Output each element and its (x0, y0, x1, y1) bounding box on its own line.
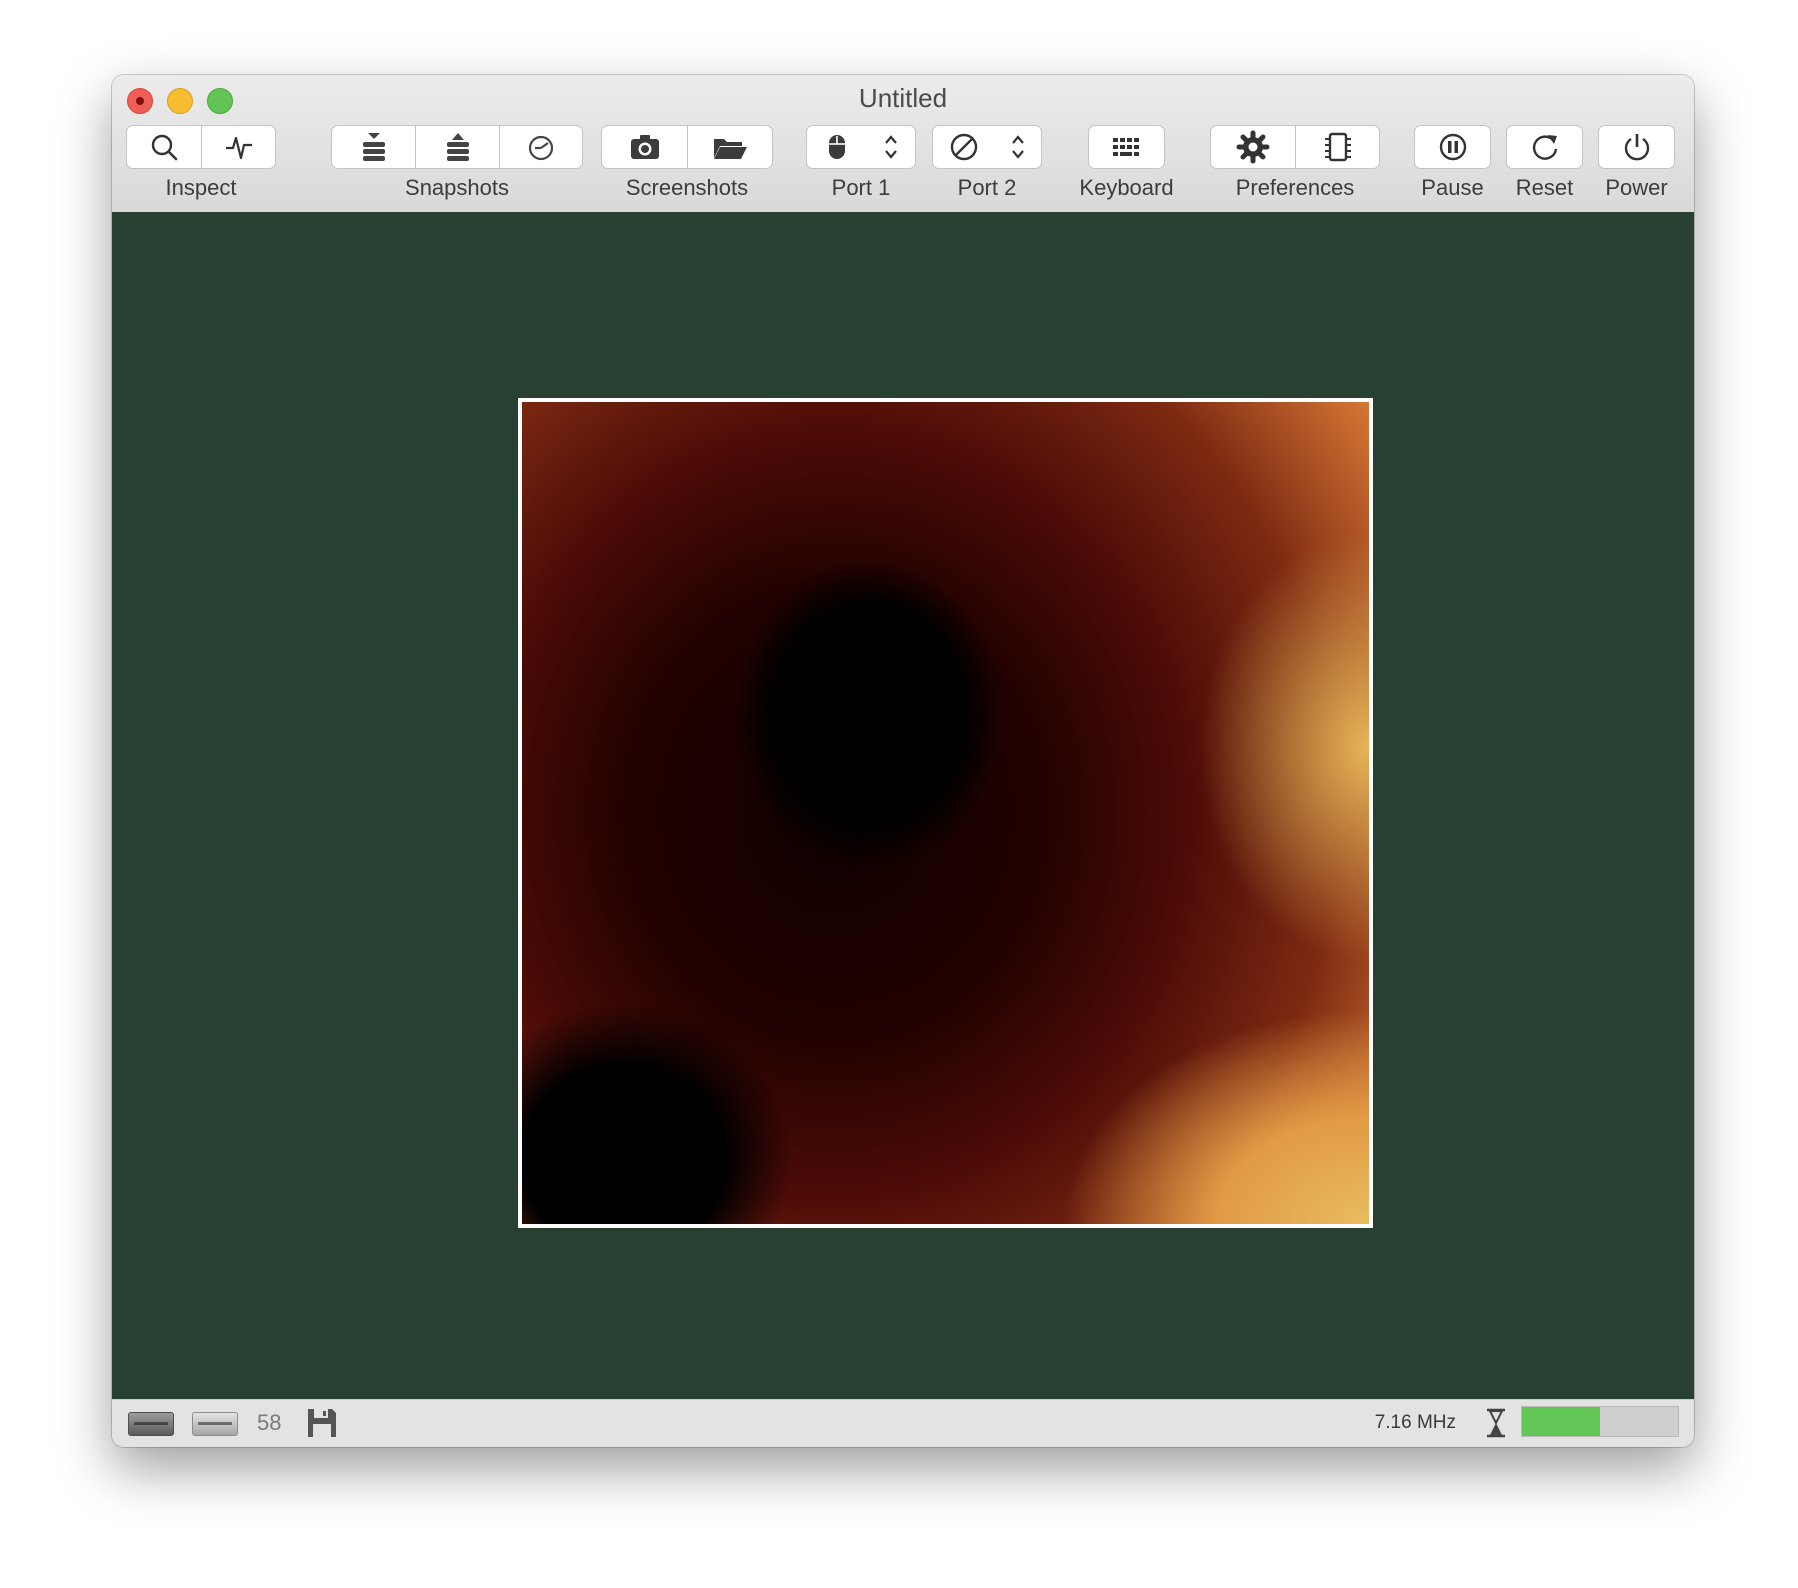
power-label: Power (1605, 175, 1668, 200)
port1-popup[interactable] (806, 125, 916, 169)
restore-snapshot-button[interactable] (415, 125, 499, 169)
chip-icon (1324, 132, 1351, 162)
power-group (1598, 125, 1675, 171)
drive-0-icon[interactable] (128, 1412, 174, 1436)
pulse-icon (225, 136, 252, 160)
reset-button[interactable] (1506, 125, 1583, 169)
preferences-button[interactable] (1210, 125, 1295, 169)
snapshots-label: Snapshots (405, 175, 509, 200)
browse-snapshots-button[interactable] (499, 125, 583, 169)
pause-group (1414, 125, 1491, 171)
reset-icon (1532, 135, 1557, 160)
port2-group (932, 125, 1042, 171)
search-icon (151, 134, 178, 161)
browse-snapshots-icon (528, 135, 554, 161)
emulator-window: Untitled Inspect Snapshots Screenshots P… (112, 75, 1694, 1447)
chevron-updown-icon (884, 135, 897, 159)
power-icon (1624, 134, 1649, 161)
titlebar-toolbar: Untitled Inspect Snapshots Screenshots P… (112, 75, 1694, 213)
hardware-button[interactable] (1295, 125, 1380, 169)
restore-snapshot-icon (446, 133, 469, 161)
snapshots-group (331, 125, 583, 171)
power-button[interactable] (1598, 125, 1675, 169)
camera-icon (630, 135, 659, 159)
mouse-icon (828, 135, 845, 159)
none-icon (950, 133, 977, 161)
floppy-disk-icon (308, 1409, 336, 1437)
port2-popup[interactable] (932, 125, 1042, 169)
keyboard-icon (1112, 138, 1139, 156)
take-snapshot-icon (362, 133, 385, 161)
port1-group (806, 125, 916, 171)
browse-screenshots-button[interactable] (687, 125, 773, 169)
gear-icon (1236, 130, 1270, 164)
take-snapshot-button[interactable] (331, 125, 415, 169)
reset-label: Reset (1515, 175, 1574, 200)
keyboard-label: Keyboard (1079, 175, 1174, 200)
chevron-updown-icon (1011, 135, 1024, 159)
inspect-group (126, 125, 276, 171)
reset-group (1506, 125, 1583, 171)
pause-icon (1439, 133, 1466, 161)
preferences-group (1210, 125, 1380, 171)
screenshots-group (601, 125, 773, 171)
status-bar: 58 7.16 MHz (112, 1399, 1694, 1447)
take-screenshot-button[interactable] (601, 125, 687, 169)
drive-1-icon[interactable] (192, 1412, 238, 1436)
activity-gauge (1521, 1406, 1679, 1437)
inspect-label: Inspect (165, 175, 237, 200)
hourglass-icon[interactable] (1483, 1407, 1509, 1439)
port1-label: Port 1 (831, 175, 891, 200)
monitor-button[interactable] (201, 125, 276, 169)
keyboard-button[interactable] (1088, 125, 1165, 169)
activity-gauge-fill (1522, 1407, 1600, 1436)
inspect-button[interactable] (126, 125, 201, 169)
pause-button[interactable] (1414, 125, 1491, 169)
port2-label: Port 2 (957, 175, 1017, 200)
emulated-screen[interactable] (518, 398, 1373, 1228)
keyboard-group (1088, 125, 1165, 171)
folder-icon (714, 139, 747, 159)
window-title: Untitled (858, 83, 948, 113)
preferences-label: Preferences (1235, 175, 1355, 200)
screenshots-label: Screenshots (625, 175, 749, 200)
clock-speed: 7.16 MHz (1374, 1412, 1456, 1433)
pause-label: Pause (1421, 175, 1484, 200)
track-number: 58 (257, 1410, 282, 1435)
emulator-display[interactable] (112, 212, 1694, 1400)
